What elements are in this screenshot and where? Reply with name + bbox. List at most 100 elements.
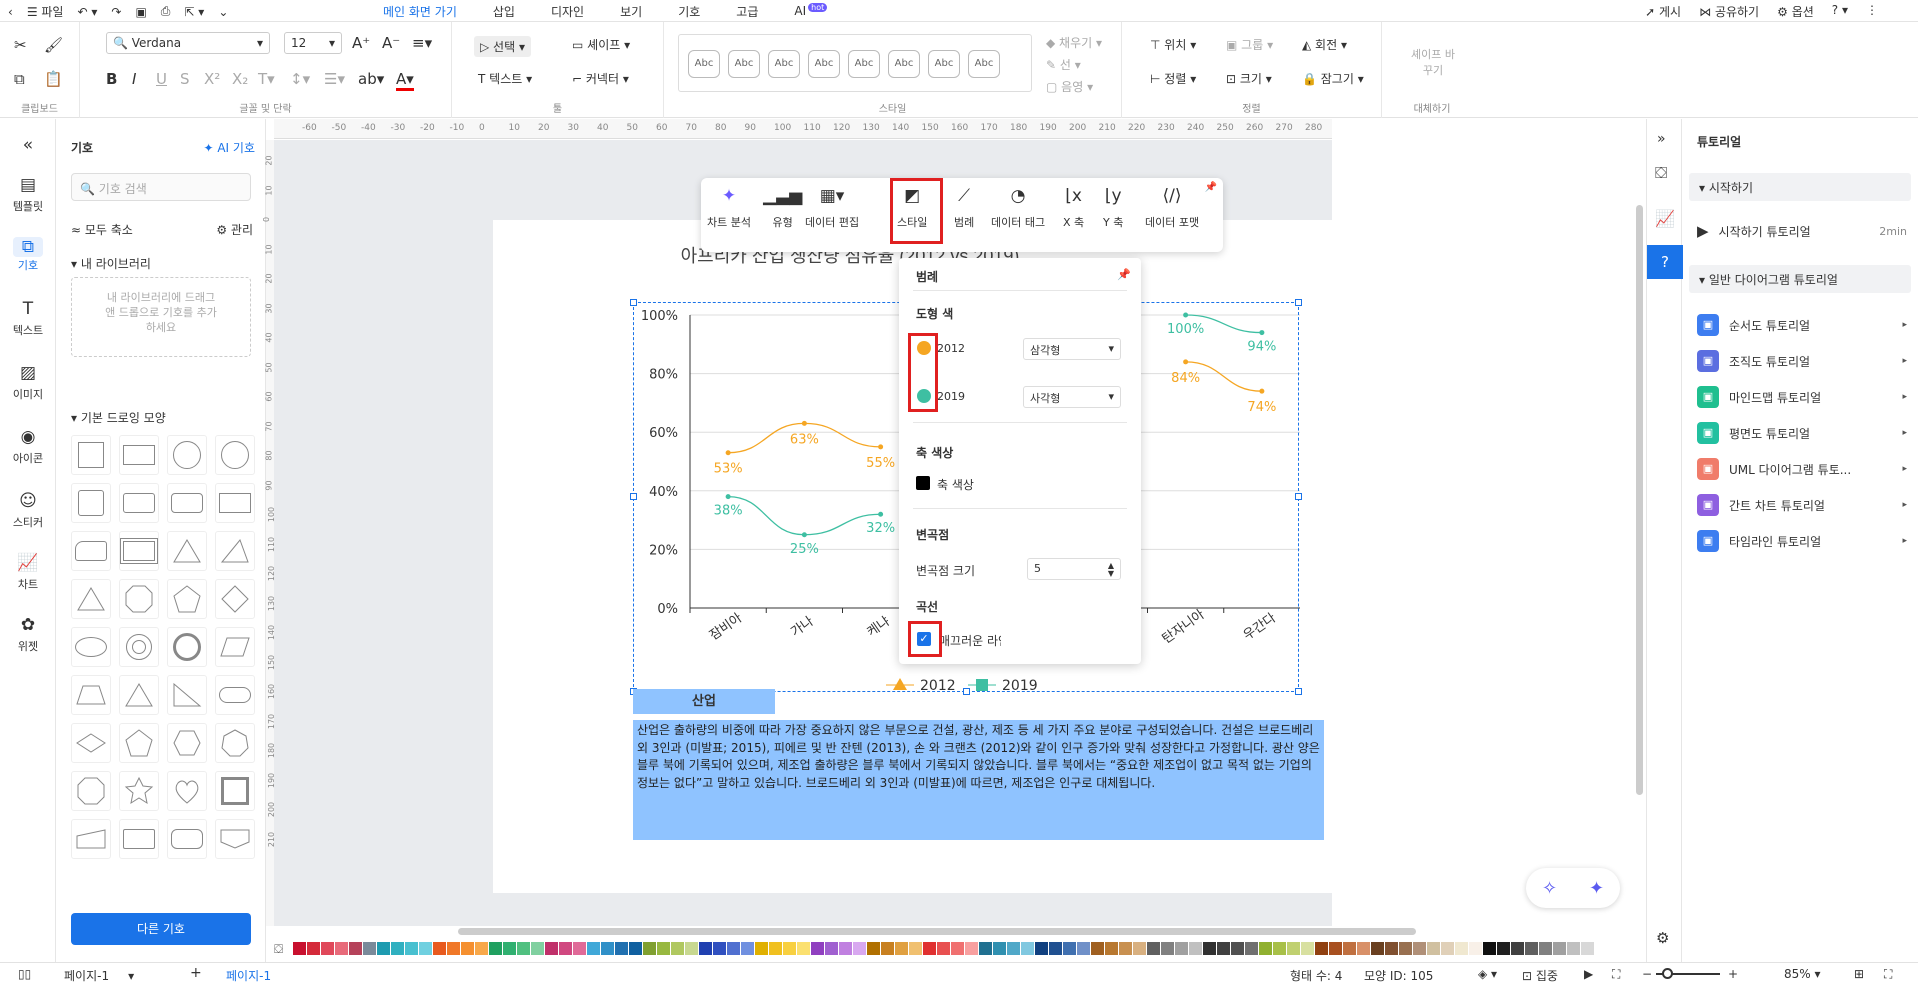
shape-heptagon[interactable] — [215, 723, 255, 763]
copy-icon[interactable]: ⧉ — [14, 70, 25, 88]
palette-swatch[interactable] — [671, 941, 684, 955]
palette-swatch[interactable] — [797, 941, 810, 955]
palette-swatch[interactable] — [349, 941, 362, 955]
palette-swatch[interactable] — [685, 941, 698, 955]
palette-swatch[interactable] — [601, 941, 614, 955]
help-panel-icon[interactable]: ? — [1647, 245, 1683, 279]
resize-handle-ne[interactable] — [1295, 299, 1302, 306]
palette-swatch[interactable] — [1371, 941, 1384, 955]
palette-swatch[interactable] — [573, 941, 586, 955]
palette-swatch[interactable] — [447, 941, 460, 955]
page-tab-1[interactable]: 페이지-1 — [226, 967, 271, 984]
palette-swatch[interactable] — [293, 941, 306, 955]
shape-hexagon[interactable] — [167, 723, 207, 763]
shape-ellipse[interactable] — [71, 627, 111, 667]
font-size-select[interactable]: 12 ▾ — [284, 32, 342, 54]
style-preset-8[interactable]: Abc — [968, 50, 1000, 78]
grow-font-icon[interactable]: A⁺ — [352, 34, 370, 52]
palette-swatch[interactable] — [1427, 941, 1440, 955]
palette-swatch[interactable] — [1413, 941, 1426, 955]
palette-swatch[interactable] — [1049, 941, 1062, 955]
horizontal-scrollbar[interactable] — [458, 928, 1416, 935]
edit-data-button[interactable]: ▦▾ 데이터 편집 — [805, 186, 859, 230]
palette-swatch[interactable] — [1231, 941, 1244, 955]
getting-started-section[interactable]: ▾ 시작하기 — [1689, 173, 1911, 201]
collapse-nav-icon[interactable]: « — [0, 135, 56, 158]
shape-triangle[interactable] — [167, 531, 207, 571]
body-text[interactable]: 산업은 출하량의 비중에 따라 가장 중요하지 않은 부문으로 건설, 광산, … — [633, 720, 1324, 840]
palette-swatch[interactable] — [405, 941, 418, 955]
pin-icon[interactable]: 📌 — [1205, 182, 1217, 193]
palette-swatch[interactable] — [951, 941, 964, 955]
shape-stadium[interactable] — [215, 675, 255, 715]
shape-triangle-2[interactable] — [71, 579, 111, 619]
palette-swatch[interactable] — [1329, 941, 1342, 955]
library-drop-zone[interactable]: 내 라이브러리에 드래그 앤 드롭으로 기호를 추가하세요 — [71, 277, 251, 357]
palette-swatch[interactable] — [1301, 941, 1314, 955]
palette-swatch[interactable] — [1343, 941, 1356, 955]
tutorial-item[interactable]: ▣ UML 다이어그램 튜토... ▸ — [1697, 457, 1907, 481]
shape-rounded-rect-2[interactable] — [167, 483, 207, 523]
shape-rect-3[interactable] — [119, 819, 159, 859]
publish-button[interactable]: ➚ 게시 — [1645, 3, 1681, 20]
font-select[interactable]: 🔍 Verdana ▾ — [106, 32, 270, 54]
paste-icon[interactable]: 📋 — [44, 70, 63, 88]
tutorial-item[interactable]: ▣ 마인드맵 튜토리얼 ▸ — [1697, 385, 1907, 409]
fill-color-icon[interactable]: ⛋ — [274, 942, 292, 956]
palette-swatch[interactable] — [1105, 941, 1118, 955]
palette-swatch[interactable] — [923, 941, 936, 955]
shape-right-triangle-2[interactable] — [167, 675, 207, 715]
legend-button[interactable]: ⟋ 범례 — [954, 186, 974, 230]
palette-swatch[interactable] — [1021, 941, 1034, 955]
palette-swatch[interactable] — [1385, 941, 1398, 955]
palette-swatch[interactable] — [545, 941, 558, 955]
shape-double-circle[interactable] — [167, 627, 207, 667]
shape-right-triangle[interactable] — [215, 531, 255, 571]
palette-swatch[interactable] — [699, 941, 712, 955]
resize-handle-nw[interactable] — [630, 299, 637, 306]
palette-swatch[interactable] — [755, 941, 768, 955]
zoom-in-icon[interactable]: + — [1728, 967, 1738, 981]
palette-swatch[interactable] — [1581, 941, 1594, 955]
palette-swatch[interactable] — [1483, 941, 1496, 955]
text-style-icon[interactable]: ab▾ — [358, 70, 384, 88]
palette-swatch[interactable] — [307, 941, 320, 955]
series2-shape-select[interactable]: 사각형 ▾ — [1023, 386, 1121, 408]
palette-swatch[interactable] — [881, 941, 894, 955]
bullets-icon[interactable]: ☰▾ — [324, 70, 345, 88]
palette-swatch[interactable] — [559, 941, 572, 955]
size-button[interactable]: ⊡ 크기 ▾ — [1226, 70, 1272, 87]
series2-color-swatch[interactable] — [917, 389, 931, 403]
shape-octagon-2[interactable] — [71, 771, 111, 811]
tutorial-item[interactable]: ▣ 조직도 튜토리얼 ▸ — [1697, 349, 1907, 373]
style-preset-4[interactable]: Abc — [808, 50, 840, 78]
shape-octagon[interactable] — [119, 579, 159, 619]
axis-color-swatch[interactable] — [916, 476, 930, 490]
popup-pin-icon[interactable]: 📌 — [1117, 268, 1131, 281]
rotate-button[interactable]: ◭ 회전 ▾ — [1302, 36, 1347, 53]
chart-type-button[interactable]: ▁▃▅ 유형 — [763, 186, 802, 230]
focus-mode[interactable]: ⊡ 집중 — [1522, 967, 1558, 984]
share-button[interactable]: ⋈ 공유하기 — [1699, 3, 1759, 20]
shape-pennant[interactable] — [215, 819, 255, 859]
nav-chart[interactable]: 📈 차트 — [0, 553, 56, 592]
fit-page-icon[interactable]: ⊞ — [1854, 967, 1864, 981]
fill-bucket-icon[interactable]: ⛋ — [1655, 163, 1667, 183]
group-button[interactable]: ▣ 그룹 ▾ — [1226, 36, 1273, 53]
page-select[interactable]: 페이지-1 ▾ — [64, 967, 134, 984]
shape-circle-2[interactable] — [215, 435, 255, 475]
palette-swatch[interactable] — [1441, 941, 1454, 955]
palette-swatch[interactable] — [657, 941, 670, 955]
palette-swatch[interactable] — [839, 941, 852, 955]
nav-symbols[interactable]: ⧉ 기호 — [0, 237, 56, 273]
inflection-size-input[interactable]: 5 ▲ ▼ — [1027, 558, 1121, 580]
palette-swatch[interactable] — [1161, 941, 1174, 955]
add-page-icon[interactable]: + — [190, 965, 202, 981]
shape-ring[interactable] — [119, 627, 159, 667]
style-preset-6[interactable]: Abc — [888, 50, 920, 78]
shape-diamond[interactable] — [215, 579, 255, 619]
ai-symbol-button[interactable]: ✦ AI 기호 — [203, 139, 255, 156]
align-button[interactable]: ⊢ 정렬 ▾ — [1150, 70, 1196, 87]
style-preset-7[interactable]: Abc — [928, 50, 960, 78]
shape-frame[interactable] — [215, 771, 255, 811]
